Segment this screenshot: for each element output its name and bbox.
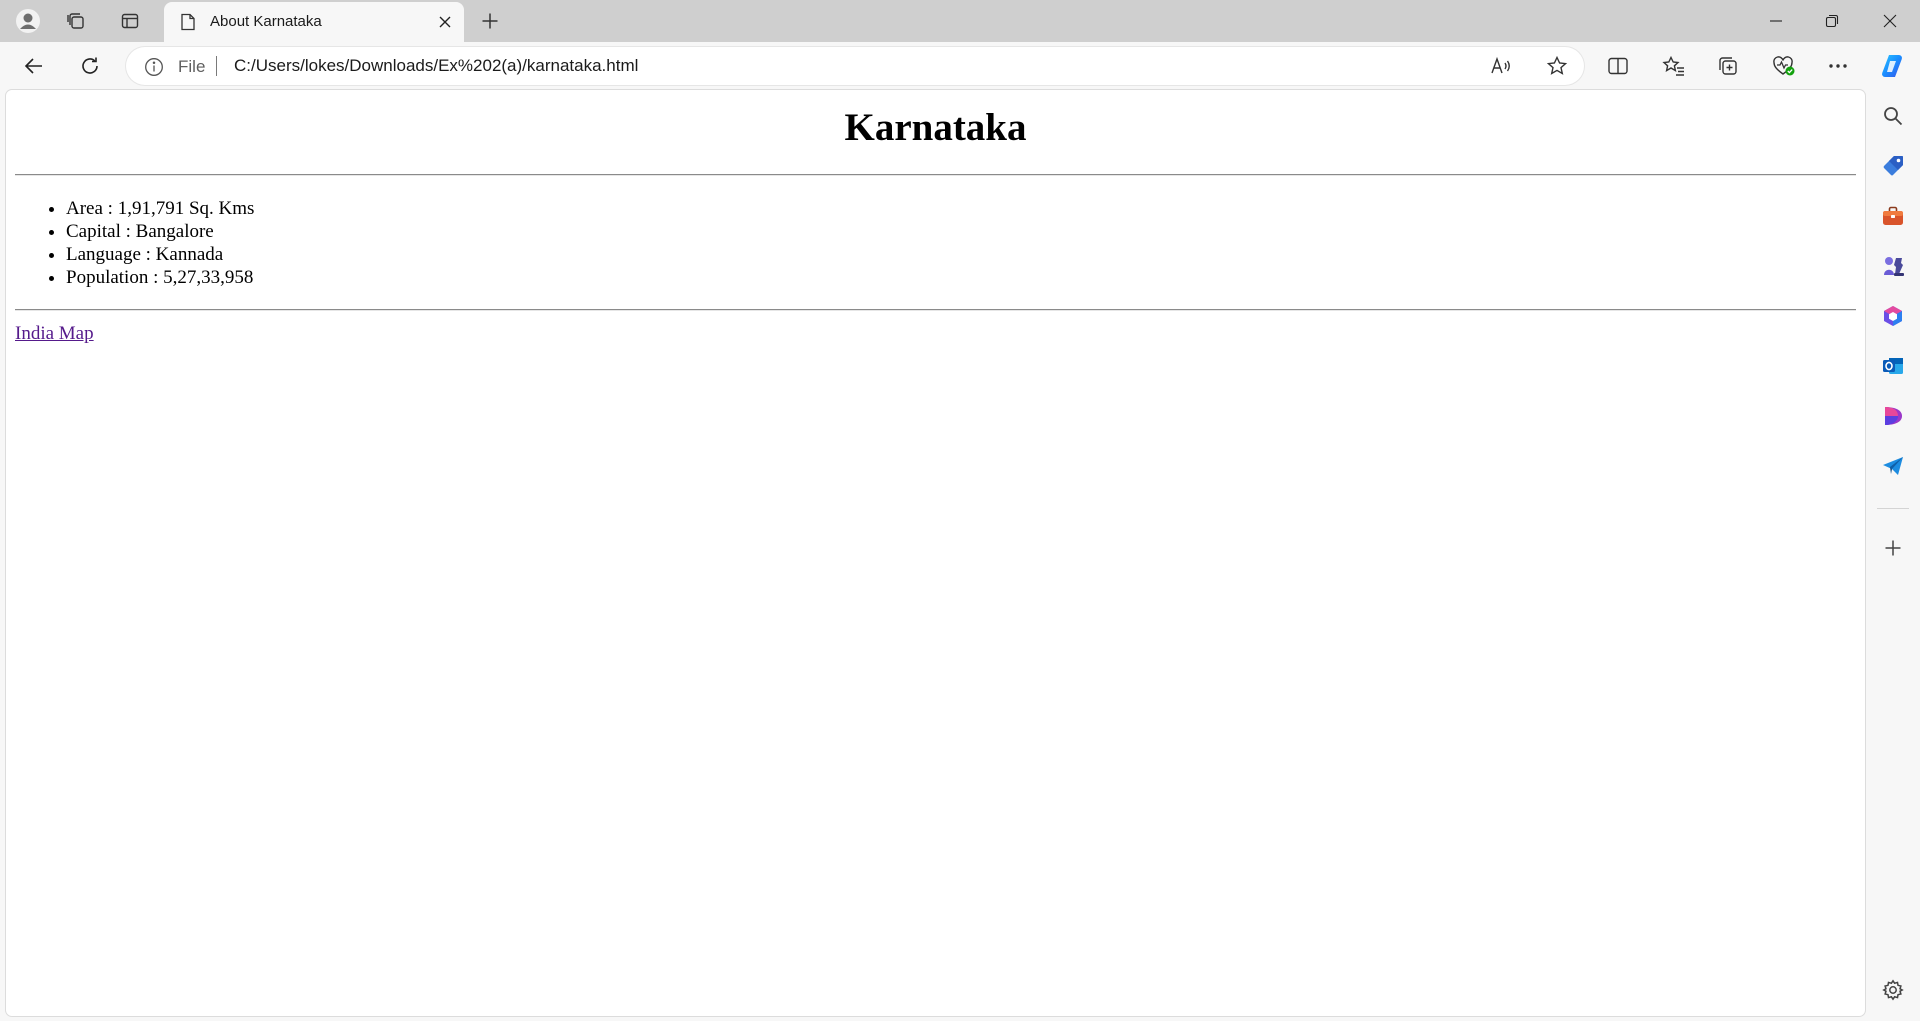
sidebar-settings-button[interactable] [1875, 972, 1911, 1008]
sidebar-tools-button[interactable] [1875, 198, 1911, 234]
profile-button[interactable] [10, 4, 46, 38]
add-favorite-button[interactable] [1540, 50, 1574, 82]
page-icon [178, 12, 198, 32]
collections-button[interactable] [1710, 49, 1746, 83]
url-text[interactable]: C:/Users/lokes/Downloads/Ex%202(a)/karna… [234, 56, 638, 76]
browser-essentials-button[interactable] [1766, 49, 1802, 83]
restore-icon [1825, 14, 1839, 28]
list-item-language: Language : Kannada [66, 243, 1856, 266]
page-body: Karnataka Area : 1,91,791 Sq. Kms Capita… [6, 104, 1865, 345]
plus-icon [481, 12, 499, 30]
workspaces-icon [66, 11, 86, 31]
sidebar-search-button[interactable] [1875, 98, 1911, 134]
list-item-capital: Capital : Bangalore [66, 220, 1856, 243]
games-icon [1881, 254, 1905, 278]
favorite-star-icon [1546, 55, 1568, 77]
add-icon [1884, 539, 1902, 557]
settings-gear-icon [1882, 979, 1904, 1001]
split-screen-button[interactable] [1600, 49, 1636, 83]
sidebar-add-button[interactable] [1875, 530, 1911, 566]
tab-about-karnataka[interactable]: About Karnataka [164, 2, 464, 42]
tab-close-button[interactable] [432, 9, 458, 35]
microsoft365-icon [1881, 304, 1905, 328]
new-tab-button[interactable] [472, 4, 508, 38]
read-aloud-icon [1490, 56, 1512, 76]
designer-icon [1881, 404, 1905, 428]
search-icon [1882, 105, 1904, 127]
refresh-icon [79, 55, 101, 77]
send-icon [1881, 455, 1905, 477]
favorites-button[interactable] [1656, 49, 1692, 83]
browser-essentials-icon [1772, 55, 1796, 77]
restore-button[interactable] [1804, 0, 1860, 42]
sidebar-send-button[interactable] [1875, 448, 1911, 484]
split-screen-icon [1607, 56, 1629, 76]
sidebar-games-button[interactable] [1875, 248, 1911, 284]
navigation-toolbar: File C:/Users/lokes/Downloads/Ex%202(a)/… [0, 42, 1920, 90]
sidebar-microsoft365-button[interactable] [1875, 298, 1911, 334]
minimize-button[interactable] [1748, 0, 1804, 42]
close-window-icon [1883, 14, 1897, 28]
tab-strip: About Karnataka [0, 0, 1920, 42]
edge-sidebar [1866, 90, 1920, 1021]
close-window-button[interactable] [1862, 0, 1918, 42]
list-item-population: Population : 5,27,33,958 [66, 266, 1856, 289]
sidebar-divider [1877, 508, 1909, 509]
copilot-button[interactable] [1874, 49, 1910, 83]
more-icon [1828, 63, 1848, 69]
workspaces-button[interactable] [58, 4, 94, 38]
list-item-area: Area : 1,91,791 Sq. Kms [66, 197, 1856, 220]
outlook-icon [1881, 354, 1905, 378]
horizontal-rule [15, 174, 1856, 176]
sidebar-designer-button[interactable] [1875, 398, 1911, 434]
favorites-icon [1662, 55, 1686, 77]
address-separator [216, 56, 217, 76]
refresh-button[interactable] [72, 49, 108, 83]
sidebar-outlook-button[interactable] [1875, 348, 1911, 384]
more-button[interactable] [1820, 49, 1856, 83]
tab-title: About Karnataka [210, 13, 322, 30]
page-heading: Karnataka [844, 106, 1027, 149]
vertical-tabs-button[interactable] [112, 4, 148, 38]
info-icon[interactable] [144, 57, 164, 77]
shopping-tag-icon [1881, 154, 1905, 178]
copilot-icon [1878, 52, 1906, 80]
read-aloud-button[interactable] [1484, 50, 1518, 82]
india-map-link[interactable]: India Map [15, 323, 94, 345]
minimize-icon [1769, 14, 1783, 28]
sidebar-shopping-button[interactable] [1875, 148, 1911, 184]
address-bar[interactable]: File C:/Users/lokes/Downloads/Ex%202(a)/… [126, 47, 1584, 85]
collections-icon [1717, 55, 1739, 77]
close-icon [438, 15, 452, 29]
page-viewport: Karnataka Area : 1,91,791 Sq. Kms Capita… [6, 90, 1865, 1016]
site-scheme-label[interactable]: File [178, 57, 205, 77]
back-button[interactable] [16, 49, 52, 83]
profile-icon [15, 8, 41, 34]
vertical-tabs-icon [120, 11, 140, 31]
browser-window: About Karnataka File C:/Users/lokes/Down… [0, 0, 1920, 1021]
facts-list: Area : 1,91,791 Sq. Kms Capital : Bangal… [15, 197, 1856, 289]
back-icon [23, 55, 45, 77]
tools-briefcase-icon [1881, 205, 1905, 227]
horizontal-rule [15, 309, 1856, 311]
